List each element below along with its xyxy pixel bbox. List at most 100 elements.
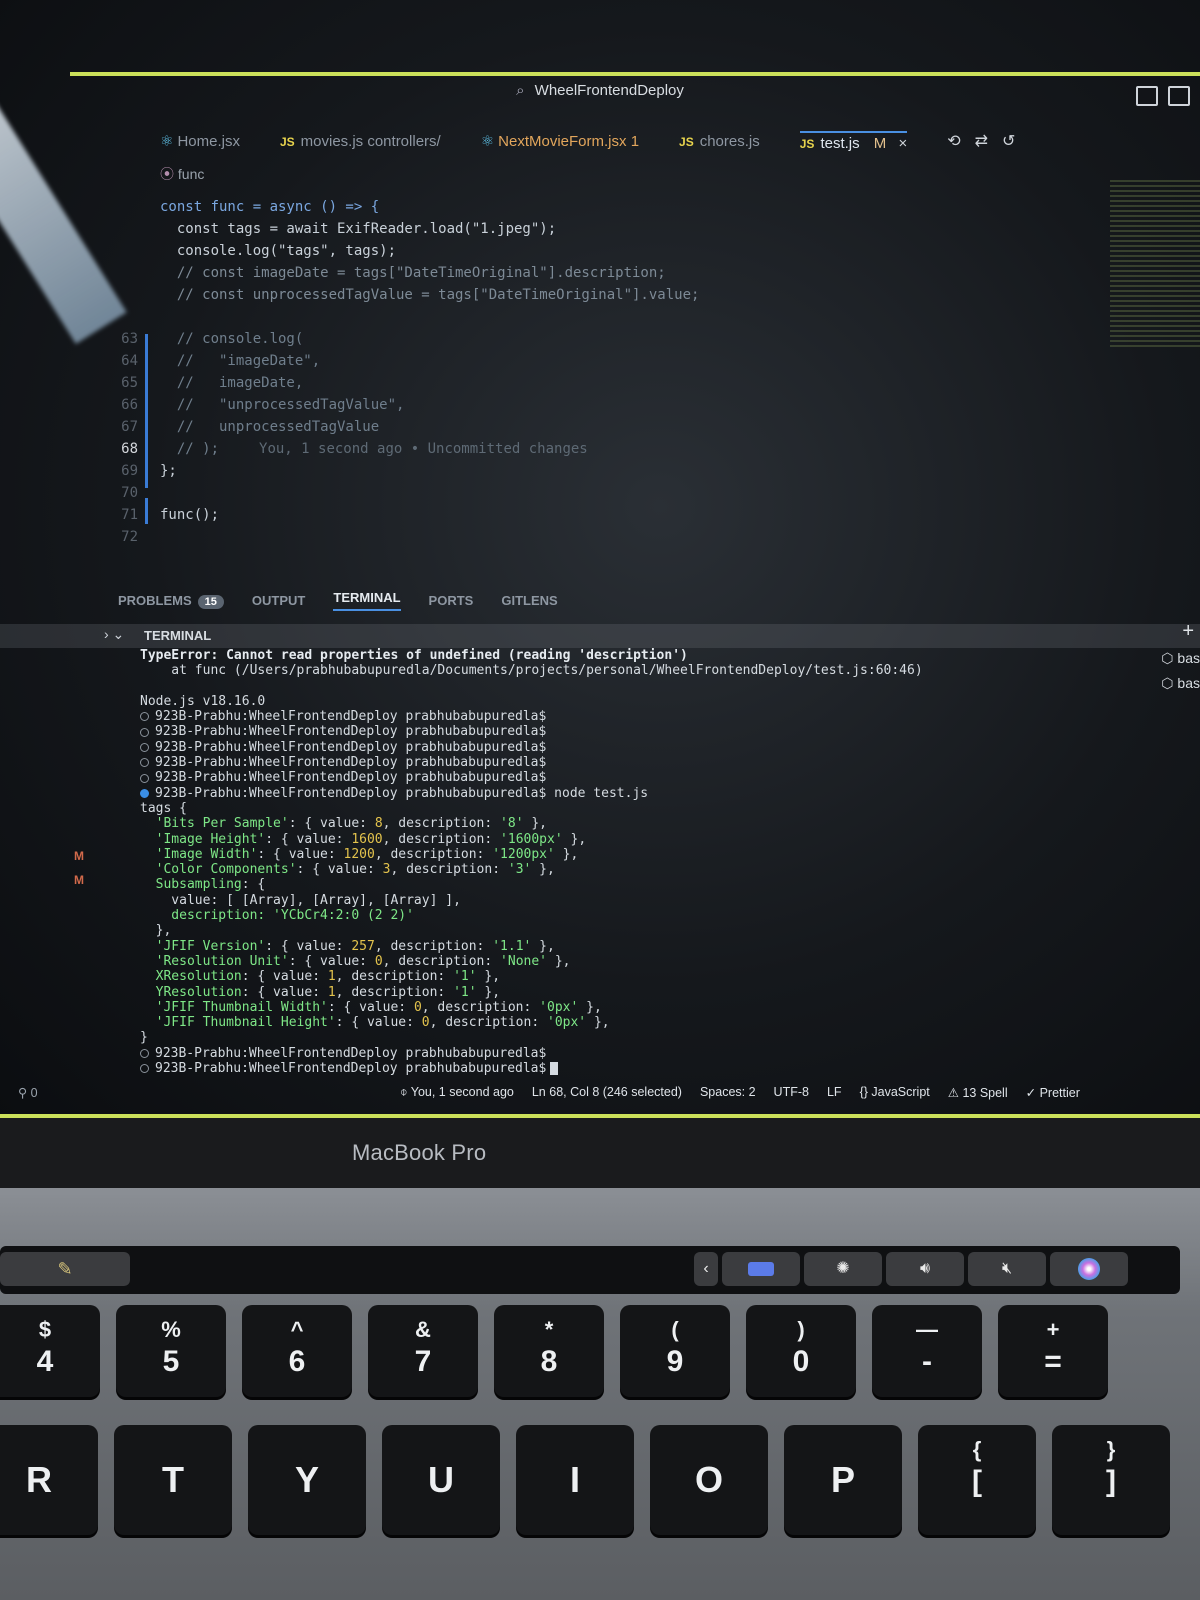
key-=[interactable]: + = [998, 1305, 1108, 1397]
exif-tag-line: 'JFIF Thumbnail Width': { value: 0, desc… [155, 999, 602, 1015]
chevron-down-icon[interactable]: › ⌄ [104, 626, 124, 643]
tab-nextmovieform-jsx[interactable]: ⚛ NextMovieForm.jsx 1 [481, 132, 639, 150]
line-number: 64 [121, 353, 138, 369]
tab-gitlens[interactable]: GITLENS [501, 593, 557, 608]
command-line: 923B-Prabhu:WheelFrontendDeploy prabhuba… [140, 786, 1100, 801]
key-8[interactable]: * 8 [494, 1305, 604, 1397]
tab-movies-js[interactable]: JS movies.js controllers/ [280, 133, 441, 150]
key-label: O [694, 1459, 723, 1500]
brightness-icon[interactable] [722, 1252, 800, 1286]
status-prettier[interactable]: ✓ Prettier [1026, 1085, 1080, 1100]
key--[interactable]: — - [872, 1305, 982, 1397]
key-label: 0 [792, 1345, 810, 1378]
key-6[interactable]: ^ 6 [242, 1305, 352, 1397]
key-P[interactable]: P [784, 1425, 902, 1535]
subsampling-desc: description: 'YCbCr4:2:0 (2 2)' [140, 908, 414, 924]
key-Y[interactable]: Y [248, 1425, 366, 1535]
key-I[interactable]: I [516, 1425, 634, 1535]
timeline-icon[interactable]: ⟲ [947, 131, 960, 151]
terminal-section-header[interactable]: › ⌄ TERMINAL [0, 624, 1200, 648]
status-eol[interactable]: LF [827, 1085, 842, 1100]
key-[[interactable]: {[ [918, 1425, 1036, 1535]
code-line: 63 // console.log( [100, 328, 900, 350]
key-T[interactable]: T [114, 1425, 232, 1535]
code-editor[interactable]: const func = async () => { const tags = … [100, 196, 900, 548]
key-7[interactable]: & 7 [368, 1305, 478, 1397]
mute-icon[interactable]: 🔇︎ [968, 1252, 1046, 1286]
toggle-panel-icon[interactable] [1168, 86, 1190, 106]
status-encoding[interactable]: UTF-8 [774, 1085, 809, 1100]
status-blame[interactable]: ⌽ You, 1 second ago [400, 1085, 514, 1100]
line-number: 72 [121, 529, 138, 545]
code-text: }; [160, 463, 177, 479]
siri-icon[interactable] [1050, 1252, 1128, 1286]
key-label: 5 [162, 1345, 180, 1378]
status-indentation[interactable]: Spaces: 2 [700, 1085, 756, 1100]
key-5[interactable]: % 5 [116, 1305, 226, 1397]
tab-output[interactable]: OUTPUT [252, 593, 305, 608]
exif-description: '1' [453, 984, 477, 1000]
terminal-list-item[interactable]: ⬡ bas [1161, 675, 1200, 692]
key-shift-label: { [972, 1437, 982, 1462]
code-line: 71 func(); [100, 504, 900, 526]
volume-icon[interactable]: 🔊︎ [886, 1252, 964, 1286]
code-line: console.log("tags", tags); [100, 240, 900, 262]
key-R[interactable]: R [0, 1425, 98, 1535]
exif-key: YResolution [155, 984, 242, 1000]
code-text: // const unprocessedTagValue = tags["Dat… [160, 287, 700, 303]
exif-key: XResolution [155, 969, 242, 985]
status-language[interactable]: {} JavaScript [860, 1085, 930, 1100]
key-4[interactable]: $4 [0, 1305, 100, 1397]
window-titlebar[interactable]: ⌕ WheelFrontendDeploy [0, 82, 1200, 108]
status-spell[interactable]: ⚠ 13 Spell [948, 1085, 1008, 1100]
code-text: const func = async () => { [160, 199, 380, 215]
status-bar: ⚲ 0 ⌽ You, 1 second ago Ln 68, Col 8 (24… [0, 1083, 1200, 1103]
touchbar-app-button[interactable]: ✎ [0, 1252, 130, 1286]
touch-bar: ✎ ‹ ✺ 🔊︎ 🔇︎ [0, 1246, 1180, 1294]
go-back-icon[interactable]: ↺ [1002, 131, 1015, 151]
key-shift-label: * [544, 1317, 554, 1342]
key-0[interactable]: ) 0 [746, 1305, 856, 1397]
tab-chores-js[interactable]: JS chores.js [679, 133, 760, 150]
line-number: 69 [121, 463, 138, 479]
tab-home-jsx[interactable]: ⚛ Home.jsx [160, 132, 240, 150]
prompt-status-icon [140, 1064, 149, 1074]
tab-ports[interactable]: PORTS [429, 593, 474, 608]
key-9[interactable]: (9 [620, 1305, 730, 1397]
tab-test-js[interactable]: JS test.js M × [799, 130, 908, 152]
code-line: 67 // unprocessedTagValue [100, 416, 900, 438]
exif-value: 1200 [343, 846, 375, 862]
exif-tag-line: 'Image Height': { value: 1600, descripti… [155, 831, 587, 847]
tab-problems[interactable]: PROBLEMS 15 [118, 593, 224, 609]
tab-terminal[interactable]: TERMINAL [333, 590, 401, 611]
key-shift-label: ^ [290, 1317, 304, 1342]
key-O[interactable]: O [650, 1425, 768, 1535]
exif-description: '1600px' [500, 831, 563, 847]
line-number: 70 [121, 485, 138, 501]
code-text: func(); [160, 507, 220, 523]
new-terminal-icon[interactable]: + [1182, 620, 1194, 643]
status-cursor-position[interactable]: Ln 68, Col 8 (246 selected) [532, 1085, 682, 1100]
ports-status[interactable]: ⚲ 0 [18, 1085, 38, 1100]
exif-tag-line: 'Image Width': { value: 1200, descriptio… [155, 846, 579, 862]
close-tab-icon[interactable]: × [898, 135, 907, 152]
code-text: // "unprocessedTagValue", [160, 397, 405, 413]
react-icon: ⚛ [480, 133, 495, 150]
terminal-list-item[interactable]: ⬡ bas [1161, 650, 1200, 667]
editor-actions: ⟲ ⇄ ↺ [947, 131, 1015, 151]
tab-label: PROBLEMS [118, 592, 192, 608]
toggle-sidebar-icon[interactable] [1136, 86, 1158, 106]
editor-tab-bar: ⚛ Home.jsx JS movies.js controllers/ ⚛ Next… [160, 126, 1200, 156]
touchbar-collapse-icon[interactable]: ‹ [694, 1252, 718, 1286]
compare-icon[interactable]: ⇄ [975, 131, 988, 151]
keyboard-brightness-icon[interactable]: ✺ [804, 1252, 882, 1286]
terminal-output[interactable]: TypeError: Cannot read properties of und… [140, 648, 1100, 1076]
key-][interactable]: }] [1052, 1425, 1170, 1535]
exif-key: 'Resolution Unit' [155, 953, 289, 969]
breadcrumb[interactable]: ⦿ func [160, 164, 204, 184]
key-label: = [1044, 1345, 1062, 1378]
error-stack: at func (/Users/prabhubabupuredla/Docume… [140, 663, 923, 679]
key-U[interactable]: U [382, 1425, 500, 1535]
minimap[interactable] [1110, 180, 1200, 350]
